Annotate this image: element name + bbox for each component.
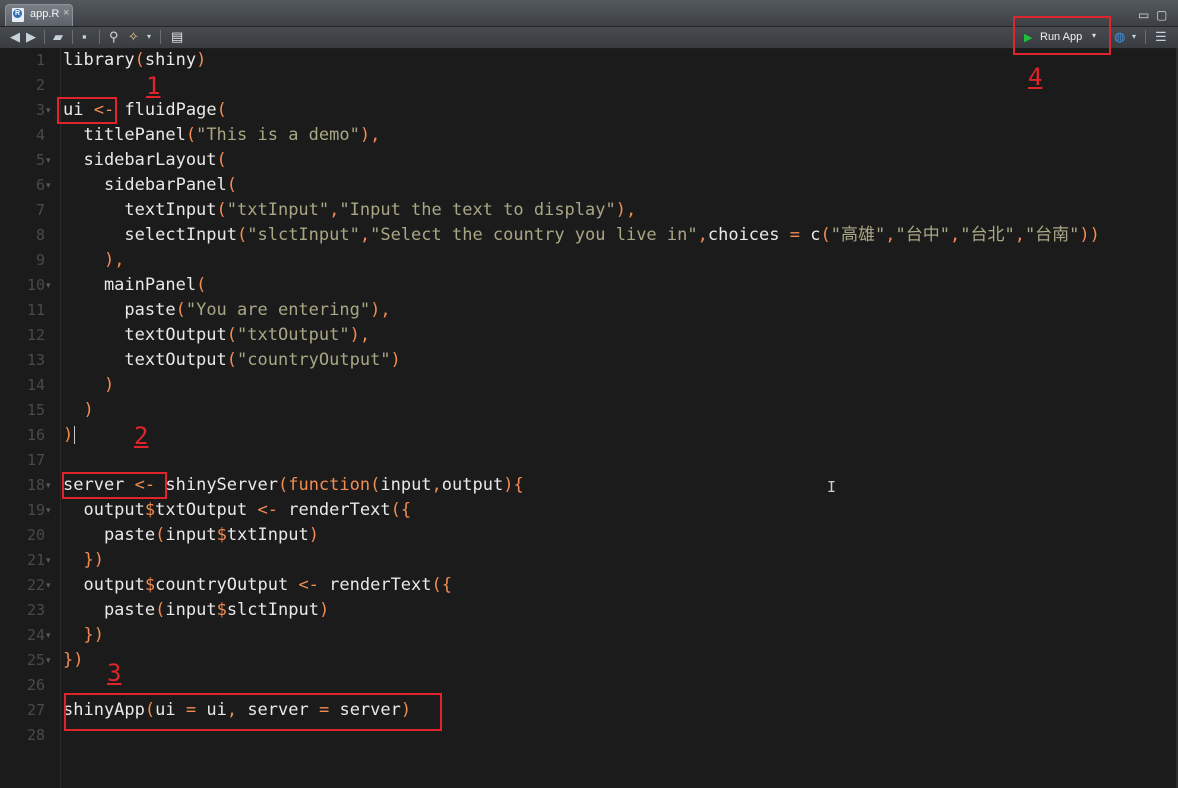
line-number: 12: [26, 326, 45, 344]
line-number: 26: [26, 676, 45, 694]
fold-marker-icon[interactable]: ▾: [46, 623, 51, 648]
minimize-pane-icon[interactable]: ▭: [1138, 9, 1149, 21]
line-number: 17: [26, 451, 45, 469]
code-line[interactable]: sidebarLayout(: [63, 148, 226, 173]
fold-marker-icon[interactable]: ▾: [46, 148, 51, 173]
source-tab-bar: R app.R × ▭ ▢: [0, 0, 1178, 27]
fold-marker-icon[interactable]: ▾: [46, 573, 51, 598]
line-number: 3: [35, 101, 45, 119]
document-outline-icon[interactable]: ☰: [1155, 29, 1167, 45]
line-number: 8: [35, 226, 45, 244]
toolbar-divider: [72, 30, 73, 44]
line-number: 5: [35, 151, 45, 169]
fold-marker-icon[interactable]: ▾: [46, 173, 51, 198]
code-line[interactable]: textInput("txtInput","Input the text to …: [63, 198, 636, 223]
chevron-down-icon[interactable]: ▾: [1132, 29, 1136, 45]
line-number: 14: [26, 376, 45, 394]
compile-report-icon[interactable]: ▤: [171, 29, 183, 45]
magic-wand-icon[interactable]: ✧: [128, 29, 139, 45]
code-line[interactable]: library(shiny): [63, 48, 206, 73]
code-line[interactable]: ): [63, 423, 76, 448]
line-number: 18: [26, 476, 45, 494]
line-number: 27: [26, 701, 45, 719]
fold-marker-icon[interactable]: ▾: [46, 648, 51, 673]
forward-arrow-icon[interactable]: ▶: [26, 29, 36, 45]
code-line[interactable]: }): [63, 548, 104, 573]
line-number: 13: [26, 351, 45, 369]
code-line[interactable]: paste("You are entering"),: [63, 298, 390, 323]
save-icon[interactable]: ▪: [82, 29, 87, 45]
line-number: 19: [26, 501, 45, 519]
code-line[interactable]: sidebarPanel(: [63, 173, 237, 198]
fold-marker-icon[interactable]: ▾: [46, 473, 51, 498]
fold-marker-icon[interactable]: ▾: [46, 273, 51, 298]
search-icon[interactable]: ⚲: [109, 29, 119, 45]
fold-marker-icon[interactable]: ▾: [46, 498, 51, 523]
code-line[interactable]: output$countryOutput <- renderText({: [63, 573, 452, 598]
line-number-gutter: 1 2 3 ▾ 4 5 ▾ 6 ▾ 7 8 9 10 ▾ 11 12 13 14 15 16 17 18 ▾ 19 ▾ 20 21 ▾…: [0, 48, 61, 788]
annotation-box-server: [62, 472, 167, 499]
text-caret: [74, 426, 76, 444]
line-number: 20: [26, 526, 45, 544]
tab-app-r[interactable]: R app.R ×: [5, 4, 73, 26]
chevron-down-icon[interactable]: ▾: [147, 29, 151, 45]
fold-marker-icon[interactable]: ▾: [46, 98, 51, 123]
line-number: 6: [35, 176, 45, 194]
line-number: 21: [26, 551, 45, 569]
code-line[interactable]: ): [63, 373, 114, 398]
line-number: 4: [35, 126, 45, 144]
annotation-number-4: 4: [1028, 63, 1043, 91]
toolbar-divider: [99, 30, 100, 44]
line-number: 7: [35, 201, 45, 219]
fold-marker-icon[interactable]: ▾: [46, 548, 51, 573]
code-line[interactable]: paste(input$slctInput): [63, 598, 329, 623]
toolbar-divider: [160, 30, 161, 44]
annotation-number-1: 1: [146, 72, 161, 100]
code-line[interactable]: ),: [63, 248, 125, 273]
line-number: 11: [26, 301, 45, 319]
code-line[interactable]: textOutput("countryOutput"): [63, 348, 400, 373]
line-number: 24: [26, 626, 45, 644]
annotation-box-shinyapp: [64, 693, 442, 731]
code-line[interactable]: selectInput("slctInput","Select the coun…: [63, 223, 1100, 248]
code-line[interactable]: }): [63, 648, 84, 673]
annotation-number-2: 2: [134, 422, 149, 450]
tab-label: app.R: [30, 8, 60, 20]
text-cursor-icon: I: [827, 478, 837, 496]
line-number: 25: [26, 651, 45, 669]
code-editor[interactable]: library(shiny) ui <- fluidPage( titlePane…: [63, 48, 1178, 788]
publish-icon[interactable]: ◍: [1114, 29, 1125, 45]
code-line[interactable]: paste(input$txtInput): [63, 523, 319, 548]
editor-toolbar: ◀ ▶ ▰ ▪ ⚲ ✧ ▾ ▤ ◍ ▾ ☰: [0, 27, 1178, 49]
line-number: 23: [26, 601, 45, 619]
line-number: 15: [26, 401, 45, 419]
line-number: 1: [35, 51, 45, 69]
annotation-box-run-app: [1013, 16, 1111, 55]
toolbar-divider: [1145, 30, 1146, 44]
code-line[interactable]: titlePanel("This is a demo"),: [63, 123, 380, 148]
code-line[interactable]: mainPanel(: [63, 273, 206, 298]
toolbar-divider: [44, 30, 45, 44]
line-number: 10: [26, 276, 45, 294]
back-arrow-icon[interactable]: ◀: [10, 29, 20, 45]
line-number: 9: [35, 251, 45, 269]
r-file-icon: R: [12, 8, 24, 22]
code-line[interactable]: textOutput("txtOutput"),: [63, 323, 370, 348]
code-line[interactable]: output$txtOutput <- renderText({: [63, 498, 411, 523]
line-number: 2: [35, 76, 45, 94]
maximize-pane-icon[interactable]: ▢: [1156, 9, 1167, 21]
annotation-number-3: 3: [107, 659, 122, 687]
line-number: 28: [26, 726, 45, 744]
line-number: 22: [26, 576, 45, 594]
code-line[interactable]: ): [63, 398, 93, 423]
close-tab-icon[interactable]: ×: [63, 7, 69, 19]
code-line[interactable]: }): [63, 623, 104, 648]
show-in-window-icon[interactable]: ▰: [53, 29, 63, 45]
line-number: 16: [26, 426, 45, 444]
annotation-box-ui: [57, 97, 117, 124]
